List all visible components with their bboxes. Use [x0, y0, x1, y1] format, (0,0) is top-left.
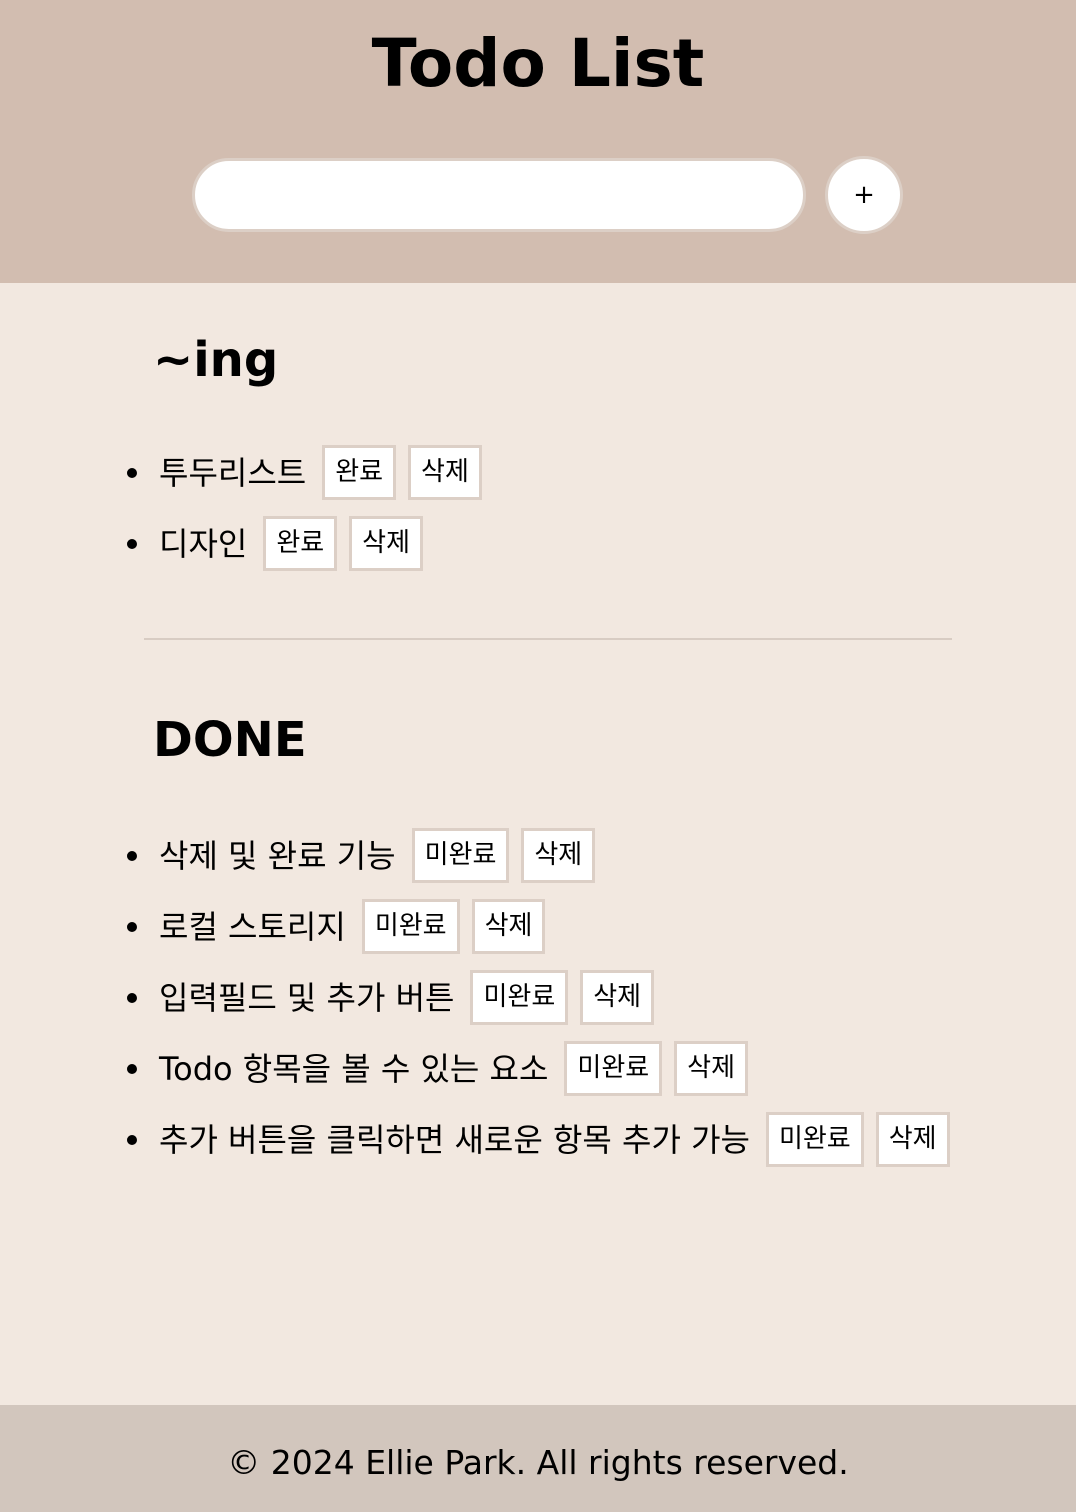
todo-text: Todo 항목을 볼 수 있는 요소	[159, 1049, 549, 1088]
delete-button[interactable]: 삭제	[580, 970, 655, 1025]
bullet-icon	[127, 538, 137, 549]
complete-button[interactable]: 완료	[263, 516, 338, 571]
bullet-icon	[127, 921, 137, 932]
uncomplete-button[interactable]: 미완료	[470, 970, 569, 1025]
section-divider	[144, 638, 952, 640]
add-button[interactable]: +	[825, 156, 903, 234]
list-item: Todo 항목을 볼 수 있는 요소 미완료 삭제	[124, 1040, 962, 1097]
delete-button[interactable]: 삭제	[349, 516, 424, 571]
delete-button[interactable]: 삭제	[674, 1041, 749, 1096]
delete-button[interactable]: 삭제	[471, 899, 546, 954]
list-item: 투두리스트 완료 삭제	[124, 444, 494, 501]
ing-list: 투두리스트 완료 삭제 디자인 완료 삭제	[124, 444, 494, 586]
todo-input[interactable]	[192, 158, 806, 232]
ing-section-title: ~ing	[153, 332, 279, 388]
bullet-icon	[127, 1134, 137, 1145]
bullet-icon	[127, 467, 137, 478]
todo-text: 로컬 스토리지	[159, 907, 346, 946]
bullet-icon	[127, 850, 137, 861]
uncomplete-button[interactable]: 미완료	[765, 1112, 864, 1167]
done-section-title: DONE	[153, 712, 307, 768]
bullet-icon	[127, 1063, 137, 1074]
todo-page: Todo List + ~ing 투두리스트 완료 삭제 디자인 완료 삭제 D…	[0, 0, 1076, 1512]
bullet-icon	[127, 992, 137, 1003]
uncomplete-button[interactable]: 미완료	[361, 899, 460, 954]
uncomplete-button[interactable]: 미완료	[564, 1041, 663, 1096]
todo-text: 삭제 및 완료 기능	[159, 836, 396, 875]
delete-button[interactable]: 삭제	[408, 445, 482, 500]
list-item: 삭제 및 완료 기능 미완료 삭제	[124, 827, 962, 884]
header: Todo List +	[0, 0, 1076, 283]
todo-text: 투두리스트	[159, 453, 307, 492]
list-item: 로컬 스토리지 미완료 삭제	[124, 898, 962, 955]
footer: © 2024 Ellie Park. All rights reserved.	[0, 1405, 1076, 1512]
list-item: 디자인 완료 삭제	[124, 515, 494, 572]
delete-button[interactable]: 삭제	[875, 1112, 950, 1167]
list-item: 추가 버튼을 클릭하면 새로운 항목 추가 가능 미완료 삭제	[124, 1111, 962, 1168]
copyright-text: © 2024 Ellie Park. All rights reserved.	[227, 1443, 849, 1482]
page-title: Todo List	[371, 25, 705, 102]
uncomplete-button[interactable]: 미완료	[411, 828, 510, 883]
delete-button[interactable]: 삭제	[521, 828, 596, 883]
todo-text: 추가 버튼을 클릭하면 새로운 항목 추가 가능	[159, 1120, 750, 1159]
done-list: 삭제 및 완료 기능 미완료 삭제 로컬 스토리지 미완료 삭제 입력필드 및 …	[124, 827, 962, 1182]
complete-button[interactable]: 완료	[322, 445, 397, 500]
todo-text: 입력필드 및 추가 버튼	[159, 978, 455, 1017]
todo-text: 디자인	[159, 524, 248, 563]
list-item: 입력필드 및 추가 버튼 미완료 삭제	[124, 969, 962, 1026]
